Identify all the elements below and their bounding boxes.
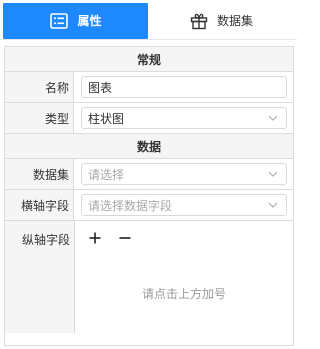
chevron-down-icon [268,115,278,121]
type-label: 类型 [5,103,74,133]
property-table: 常规 名称 图表 类型 柱状图 数据 数据集 请选择 横轴字段 请选择数据字段 … [4,46,294,346]
chevron-down-icon [268,171,278,177]
name-input-value: 图表 [88,80,113,95]
dataset-label: 数据集 [5,159,74,189]
chevron-down-icon [268,202,278,208]
y-axis-hint: 请点击上方加号 [141,287,226,301]
dataset-select[interactable]: 请选择 [81,163,287,185]
x-axis-label: 横轴字段 [5,190,74,220]
section-header-data: 数据 [5,134,293,159]
add-field-button[interactable] [87,230,103,246]
y-axis-label: 纵轴字段 [5,221,75,333]
y-axis-controls [87,230,133,246]
y-axis-field-area: 请点击上方加号 [75,221,293,333]
gift-icon [189,11,209,31]
row-name: 名称 图表 [5,72,293,103]
type-select-value: 柱状图 [88,111,125,126]
name-input[interactable]: 图表 [81,76,287,98]
tab-properties-label: 属性 [77,14,102,28]
plus-icon [89,232,101,244]
tab-properties[interactable]: 属性 [3,3,148,39]
section-header-general: 常规 [5,47,293,72]
row-y-axis: 纵轴字段 请点击上方加号 [5,221,293,333]
x-axis-select-placeholder: 请选择数据字段 [88,198,173,213]
row-dataset: 数据集 请选择 [5,159,293,190]
row-type: 类型 柱状图 [5,103,293,134]
list-icon [49,11,69,31]
remove-field-button[interactable] [117,230,133,246]
x-axis-select[interactable]: 请选择数据字段 [81,194,287,216]
dataset-select-placeholder: 请选择 [88,167,125,182]
tab-dataset-label: 数据集 [216,14,253,28]
row-x-axis: 横轴字段 请选择数据字段 [5,190,293,221]
type-select[interactable]: 柱状图 [81,107,287,129]
tab-dataset[interactable]: 数据集 [148,3,294,39]
tab-bar: 属性 数据集 [0,0,297,40]
minus-icon [119,237,131,239]
name-label: 名称 [5,72,74,102]
